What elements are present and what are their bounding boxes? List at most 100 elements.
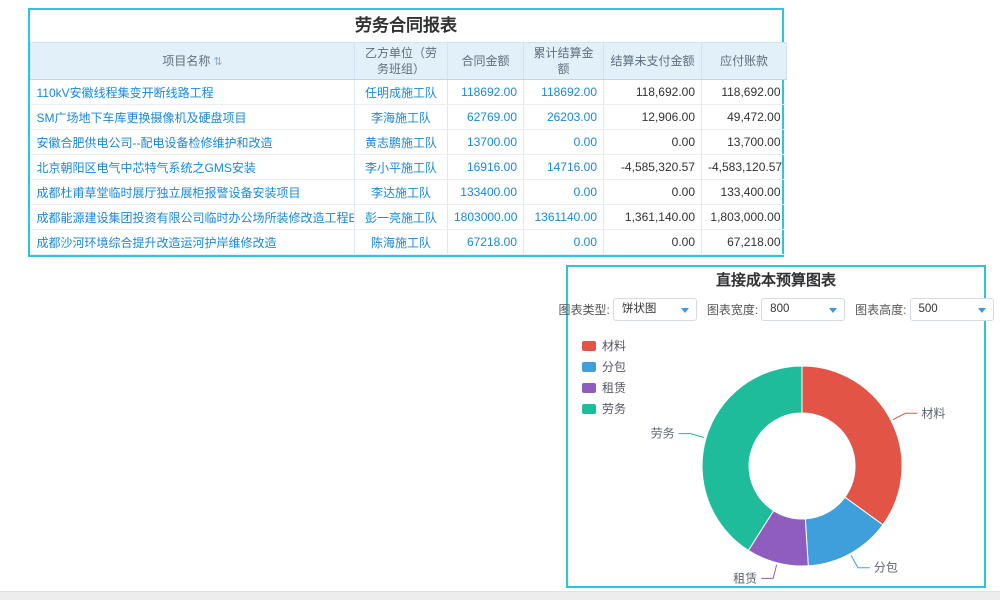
table-row: 成都沙河环境综合提升改造运河护岸维修改造陈海施工队67218.000.000.0…	[31, 230, 787, 255]
table-row: 成都杜甫草堂临时展厅独立展柜报警设备安装项目李达施工队133400.000.00…	[31, 180, 787, 205]
payable-cell: 67,218.00	[702, 230, 787, 255]
unit-cell[interactable]: 李海施工队	[355, 105, 448, 130]
unpaid-amount-cell: 0.00	[604, 230, 702, 255]
contract-amount-cell: 1803000.00	[448, 205, 524, 230]
chevron-down-icon	[681, 308, 689, 313]
project-name-cell[interactable]: 成都沙河环境综合提升改造运河护岸维修改造	[31, 230, 355, 255]
legend-swatch	[582, 362, 596, 372]
col-header-payable: 应付账款	[702, 43, 787, 80]
chart-controls: 图表类型: 饼状图 图表宽度: 800 图表高度: 500	[568, 295, 984, 323]
contract-amount-cell: 118692.00	[448, 80, 524, 105]
unit-cell[interactable]: 任明成施工队	[355, 80, 448, 105]
project-name-cell[interactable]: SM广场地下车库更换摄像机及硬盘项目	[31, 105, 355, 130]
unit-cell[interactable]: 彭一亮施工队	[355, 205, 448, 230]
contract-amount-cell: 67218.00	[448, 230, 524, 255]
unit-cell[interactable]: 陈海施工队	[355, 230, 448, 255]
chart-height-select[interactable]: 500	[910, 298, 994, 321]
cost-budget-chart-panel: 直接成本预算图表 图表类型: 饼状图 图表宽度: 800 图表高度: 500 材…	[566, 265, 986, 588]
chart-height-control: 图表高度: 500	[855, 298, 993, 321]
page-title: 劳务合同报表	[30, 10, 782, 42]
settled-amount-cell: 14716.00	[524, 155, 604, 180]
payable-cell: 13,700.00	[702, 130, 787, 155]
col-header-unpaid-amount: 结算未支付金额	[604, 43, 702, 80]
settled-amount-cell: 0.00	[524, 130, 604, 155]
chart-width-label: 图表宽度:	[707, 301, 758, 318]
legend-label: 租赁	[602, 379, 626, 396]
contract-amount-cell: 16916.00	[448, 155, 524, 180]
payable-cell: 49,472.00	[702, 105, 787, 130]
unpaid-amount-cell: -4,585,320.57	[604, 155, 702, 180]
col-header-settled-amount: 累计结算金额	[524, 43, 604, 80]
col-header-project: 项目名称⇅	[31, 43, 355, 80]
legend-swatch	[582, 383, 596, 393]
pie-label-line	[761, 565, 776, 579]
unpaid-amount-cell: 12,906.00	[604, 105, 702, 130]
payable-cell: 1,803,000.00	[702, 205, 787, 230]
contract-amount-cell: 133400.00	[448, 180, 524, 205]
chart-width-control: 图表宽度: 800	[707, 298, 845, 321]
legend-item-材料[interactable]: 材料	[582, 337, 626, 354]
pie-label-line	[851, 555, 870, 567]
legend-swatch	[582, 404, 596, 414]
legend-item-租赁[interactable]: 租赁	[582, 379, 626, 396]
pie-label: 材料	[921, 406, 945, 420]
unit-cell[interactable]: 李达施工队	[355, 180, 448, 205]
settled-amount-cell: 0.00	[524, 230, 604, 255]
chevron-down-icon	[829, 308, 837, 313]
donut-chart: 材料分包租赁劳务	[568, 325, 984, 586]
chevron-down-icon	[978, 308, 986, 313]
chart-area: 材料分包租赁劳务	[568, 325, 984, 586]
project-name-cell[interactable]: 成都杜甫草堂临时展厅独立展柜报警设备安装项目	[31, 180, 355, 205]
legend-label: 劳务	[602, 400, 626, 417]
unpaid-amount-cell: 0.00	[604, 180, 702, 205]
payable-cell: 133,400.00	[702, 180, 787, 205]
pie-label: 租赁	[733, 571, 757, 585]
chart-title: 直接成本预算图表	[568, 267, 984, 295]
sort-icon[interactable]: ⇅	[213, 56, 222, 68]
settled-amount-cell: 0.00	[524, 180, 604, 205]
legend-swatch	[582, 341, 596, 351]
project-name-cell[interactable]: 110kV安徽线程集变开断线路工程	[31, 80, 355, 105]
table-row: 安徽合肥供电公司--配电设备检修维护和改造黄志鹏施工队13700.000.000…	[31, 130, 787, 155]
pie-slice-材料[interactable]	[802, 366, 902, 525]
project-name-cell[interactable]: 安徽合肥供电公司--配电设备检修维护和改造	[31, 130, 355, 155]
labor-contract-report-panel: 劳务合同报表 项目名称⇅ 乙方单位（劳务班组） 合同金额 累计结算金额 结算未支…	[28, 8, 784, 257]
payable-cell: 118,692.00	[702, 80, 787, 105]
pie-label: 劳务	[651, 426, 675, 441]
chart-type-label: 图表类型:	[558, 301, 609, 318]
chart-width-select[interactable]: 800	[761, 298, 845, 321]
legend-item-劳务[interactable]: 劳务	[582, 400, 626, 417]
table-header-row: 项目名称⇅ 乙方单位（劳务班组） 合同金额 累计结算金额 结算未支付金额 应付账…	[31, 43, 787, 80]
pie-label-line	[893, 413, 918, 419]
settled-amount-cell: 1361140.00	[524, 205, 604, 230]
table-row: 110kV安徽线程集变开断线路工程任明成施工队118692.00118692.0…	[31, 80, 787, 105]
chart-legend: 材料分包租赁劳务	[582, 337, 626, 421]
report-table: 项目名称⇅ 乙方单位（劳务班组） 合同金额 累计结算金额 结算未支付金额 应付账…	[30, 42, 787, 255]
col-header-contract-amount: 合同金额	[448, 43, 524, 80]
chart-type-select[interactable]: 饼状图	[613, 298, 697, 321]
horizontal-scrollbar[interactable]	[0, 591, 1000, 600]
table-row: 北京朝阳区电气中芯特气系统之GMS安装李小平施工队16916.0014716.0…	[31, 155, 787, 180]
pie-label-line	[679, 434, 705, 438]
contract-amount-cell: 62769.00	[448, 105, 524, 130]
settled-amount-cell: 26203.00	[524, 105, 604, 130]
table-row: 成都能源建设集团投资有限公司临时办公场所装修改造工程EPC彭一亮施工队18030…	[31, 205, 787, 230]
unpaid-amount-cell: 0.00	[604, 130, 702, 155]
legend-item-分包[interactable]: 分包	[582, 358, 626, 375]
report-table-body: 110kV安徽线程集变开断线路工程任明成施工队118692.00118692.0…	[31, 80, 787, 255]
chart-type-control: 图表类型: 饼状图	[558, 298, 696, 321]
pie-label: 分包	[874, 561, 898, 575]
project-name-cell[interactable]: 北京朝阳区电气中芯特气系统之GMS安装	[31, 155, 355, 180]
contract-amount-cell: 13700.00	[448, 130, 524, 155]
payable-cell: -4,583,120.57	[702, 155, 787, 180]
unit-cell[interactable]: 黄志鹏施工队	[355, 130, 448, 155]
unpaid-amount-cell: 118,692.00	[604, 80, 702, 105]
col-header-unit: 乙方单位（劳务班组）	[355, 43, 448, 80]
legend-label: 分包	[602, 358, 626, 375]
unit-cell[interactable]: 李小平施工队	[355, 155, 448, 180]
project-name-cell[interactable]: 成都能源建设集团投资有限公司临时办公场所装修改造工程EPC	[31, 205, 355, 230]
settled-amount-cell: 118692.00	[524, 80, 604, 105]
unpaid-amount-cell: 1,361,140.00	[604, 205, 702, 230]
legend-label: 材料	[602, 337, 626, 354]
table-row: SM广场地下车库更换摄像机及硬盘项目李海施工队62769.0026203.001…	[31, 105, 787, 130]
